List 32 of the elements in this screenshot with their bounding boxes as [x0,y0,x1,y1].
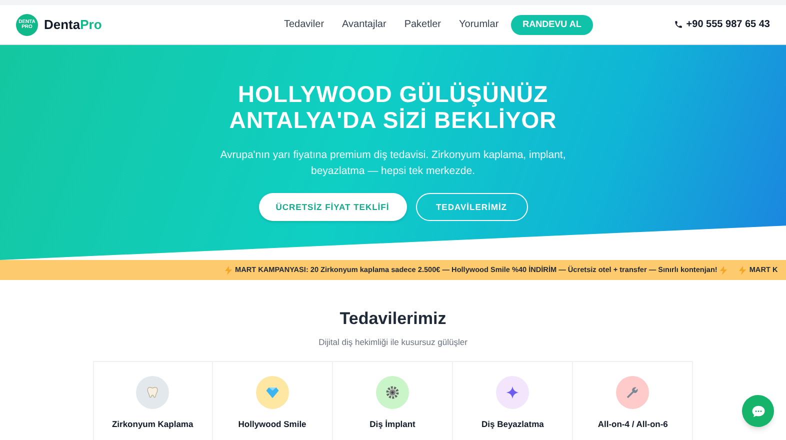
hero-title: HOLLYWOOD GÜLÜŞÜNÜZ [238,81,548,107]
diamond-icon [264,384,280,400]
lightning-icon [720,266,728,274]
treatment-card[interactable]: Zirkonyum Kaplama [92,360,213,440]
card-title: Hollywood Smile [238,418,306,430]
phone-number[interactable]: +90 555 987 65 43 [686,17,770,32]
brand-name[interactable]: DentaPro [44,14,102,34]
nav-link[interactable]: Yorumlar [459,17,499,32]
chat-button[interactable] [742,395,774,427]
card-title: All-on-4 / All-on-6 [598,418,668,430]
card-title: Zirkonyum Kaplama [112,418,194,430]
sparkle-icon [505,384,520,400]
nav-link[interactable]: Tedaviler [284,17,324,32]
treatment-card[interactable]: Hollywood Smile [212,360,333,440]
treatment-card[interactable]: All-on-4 / All-on-6 [573,360,694,440]
treatment-card[interactable]: Diş Beyazlatma [453,360,574,440]
card-title: Diş Beyazlatma [482,418,544,430]
nav-link[interactable]: Avantajlar [342,17,386,32]
phone-icon [674,20,684,29]
wrench-icon [625,384,640,400]
tooth-icon [145,384,160,400]
chat-bubble-icon [750,404,766,418]
section-title: Tedavilerimiz [340,308,446,330]
lightning-icon [739,266,746,274]
lightning-icon [225,266,232,274]
treatment-card[interactable]: Diş İmplant [332,360,454,440]
gear-icon [384,384,400,400]
hero-title: ANTALYA'DA SİZİ BEKLİYOR [229,107,557,133]
hero-description: Avrupa'nın yarı fiyatına premium diş tedavisi. Zirkonyum kaplama, implant, beyazlatma — hepsi tek merkezde. [219,148,567,179]
card-title: Diş İmplant [370,418,416,430]
nav-link[interactable]: Paketler [404,17,442,32]
section-subtitle: Dijital diş hekimliği ile kusursuz gülüşler [318,336,468,349]
